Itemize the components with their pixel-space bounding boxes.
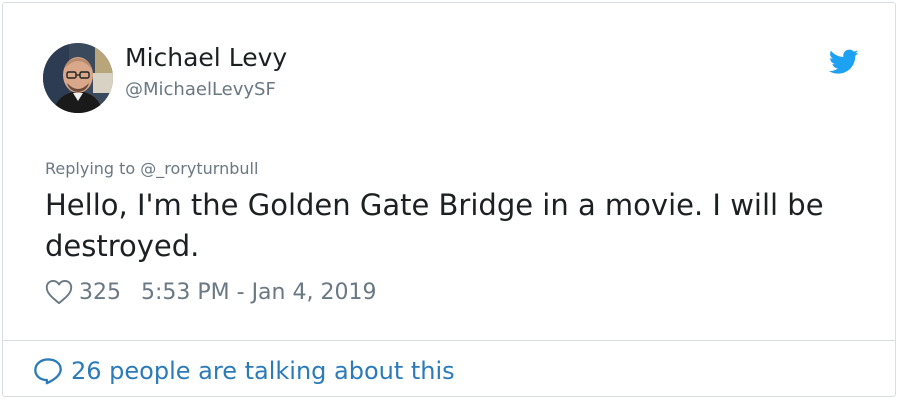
twitter-bird-icon[interactable] [829, 49, 859, 75]
speech-bubble-icon [34, 358, 62, 385]
like-count[interactable]: 325 [79, 280, 121, 305]
tweet-text: Hello, I'm the Golden Gate Bridge in a m… [45, 188, 824, 263]
reply-context[interactable]: Replying to @_roryturnbull [45, 159, 258, 179]
avatar-photo [43, 43, 113, 113]
divider [3, 340, 895, 341]
talking-text: 26 people are talking about this [71, 357, 455, 385]
tweet-card: Michael Levy @MichaelLevySF Replying to … [2, 2, 896, 397]
tweet-meta: 325 5:53 PM - Jan 4, 2019 [45, 277, 376, 307]
talking-link[interactable]: 26 people are talking about this [33, 355, 455, 387]
author-handle[interactable]: @MichaelLevySF [125, 79, 276, 101]
avatar[interactable] [43, 43, 113, 113]
heart-outline-icon[interactable] [45, 279, 73, 305]
author-name[interactable]: Michael Levy [125, 43, 287, 73]
timestamp[interactable]: 5:53 PM - Jan 4, 2019 [141, 280, 376, 305]
